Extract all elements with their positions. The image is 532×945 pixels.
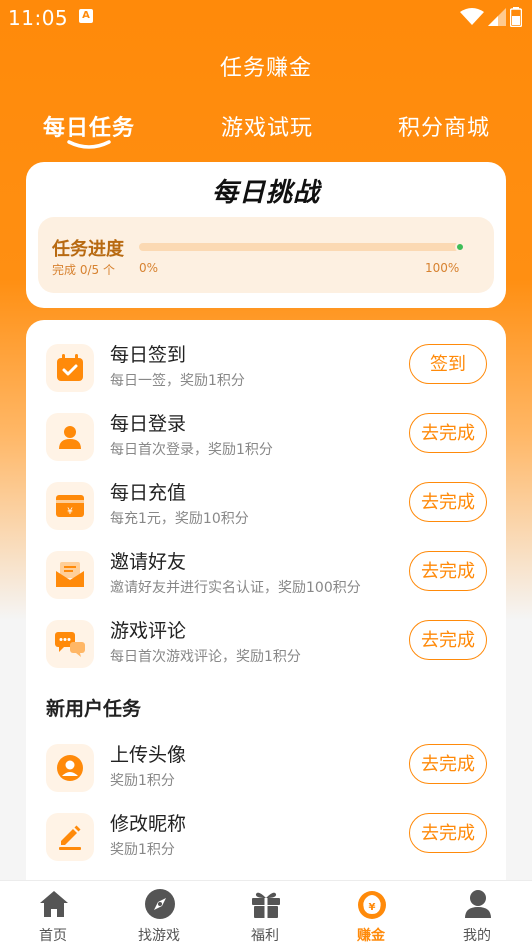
daily-challenge-card: 每日挑战 任务进度 完成 0/5 个 0% 100% <box>26 162 506 308</box>
nav-label: 福利 <box>251 928 279 944</box>
task-title: 邀请好友 <box>110 551 187 573</box>
progress-max-label: 100% <box>425 261 460 275</box>
nav-find-games[interactable]: 找游戏 <box>106 881 212 945</box>
pencil-icon <box>46 813 94 861</box>
progress-count-value: 0/5 <box>79 263 100 277</box>
task-row-upload-avatar: 上传头像 奖励1积分 去完成 <box>26 738 506 800</box>
progress-label: 任务进度 <box>52 239 124 260</box>
status-icons <box>460 7 522 27</box>
nav-label: 我的 <box>463 928 491 944</box>
nav-earn[interactable]: ¥ 赚金 <box>318 881 424 945</box>
wifi-icon <box>460 8 484 25</box>
checkin-button[interactable]: 签到 <box>409 344 487 384</box>
user-icon <box>46 413 94 461</box>
notification-badge-icon: A <box>79 9 93 23</box>
task-list-card: 每日签到 每日一签，奖励1积分 签到 每日登录 每日首次登录，奖励1积分 去完成… <box>26 320 506 880</box>
tab-game-trial[interactable]: 游戏试玩 <box>221 110 313 142</box>
task-desc: 每日首次游戏评论，奖励1积分 <box>110 649 301 665</box>
progress-min-label: 0% <box>139 261 159 275</box>
compass-icon <box>145 889 175 919</box>
task-title: 上传头像 <box>110 744 187 766</box>
comment-task-button[interactable]: 去完成 <box>409 620 487 660</box>
page-title: 任务赚金 <box>219 56 312 81</box>
avatar-circle-icon <box>46 744 94 792</box>
signal-icon <box>488 8 506 26</box>
calendar-check-icon <box>46 344 94 392</box>
task-title: 修改昵称 <box>110 813 187 835</box>
svg-text:¥: ¥ <box>369 902 376 913</box>
home-icon <box>40 891 68 917</box>
task-title: 游戏评论 <box>110 620 187 642</box>
progress-count-prefix: 完成 <box>52 263 77 277</box>
nav-home[interactable]: 首页 <box>0 881 106 945</box>
task-desc: 每日首次登录，奖励1积分 <box>110 442 273 458</box>
battery-icon <box>510 7 522 27</box>
progress-track <box>139 242 465 252</box>
gift-icon <box>252 892 280 918</box>
nav-label: 找游戏 <box>138 928 180 944</box>
person-icon <box>465 890 491 918</box>
login-task-button[interactable]: 去完成 <box>409 413 487 453</box>
nav-mine[interactable]: 我的 <box>424 881 530 945</box>
task-row-edit-nickname: 修改昵称 奖励1积分 去完成 <box>26 807 506 869</box>
edit-nickname-button[interactable]: 去完成 <box>409 813 487 853</box>
task-row-comment: 游戏评论 每日首次游戏评论，奖励1积分 去完成 <box>26 614 506 676</box>
recharge-task-button[interactable]: 去完成 <box>409 482 487 522</box>
wallet-yen-icon: ¥ <box>46 482 94 530</box>
invite-task-button[interactable]: 去完成 <box>409 551 487 591</box>
bottom-nav: 首页 找游戏 福利 ¥ 赚金 我的 <box>0 880 532 945</box>
task-row-checkin: 每日签到 每日一签，奖励1积分 签到 <box>26 338 506 400</box>
new-user-section-title: 新用户任务 <box>46 698 142 720</box>
chat-bubbles-icon <box>46 620 94 668</box>
challenge-title: 每日挑战 <box>211 178 320 208</box>
nav-label: 赚金 <box>357 928 385 944</box>
money-bag-icon: ¥ <box>358 891 386 919</box>
task-desc: 邀请好友并进行实名认证，奖励100积分 <box>110 580 361 596</box>
progress-endpoint-dot <box>455 242 465 252</box>
tab-active-indicator <box>67 140 111 149</box>
task-title: 每日登录 <box>110 413 187 435</box>
nav-benefits[interactable]: 福利 <box>212 881 318 945</box>
svg-text:¥: ¥ <box>67 507 73 517</box>
status-time: 11:05 <box>8 6 69 30</box>
task-desc: 奖励1积分 <box>110 773 175 789</box>
nav-label: 首页 <box>39 928 67 944</box>
tab-points-mall[interactable]: 积分商城 <box>398 110 490 142</box>
status-bar: 11:05 A <box>0 0 532 36</box>
task-desc: 每日一签，奖励1积分 <box>110 373 245 389</box>
progress-count-unit: 个 <box>102 263 115 277</box>
task-row-login: 每日登录 每日首次登录，奖励1积分 去完成 <box>26 407 506 469</box>
task-desc: 每充1元，奖励10积分 <box>110 511 249 527</box>
envelope-icon <box>46 551 94 599</box>
task-title: 每日签到 <box>110 344 187 366</box>
upload-avatar-button[interactable]: 去完成 <box>409 744 487 784</box>
task-row-recharge: ¥ 每日充值 每充1元，奖励10积分 去完成 <box>26 476 506 538</box>
task-desc: 奖励1积分 <box>110 842 175 858</box>
task-row-invite: 邀请好友 邀请好友并进行实名认证，奖励100积分 去完成 <box>26 545 506 607</box>
progress-count: 完成 0/5 个 <box>52 261 115 278</box>
task-title: 每日充值 <box>110 482 187 504</box>
progress-box: 任务进度 完成 0/5 个 0% 100% <box>38 217 494 293</box>
